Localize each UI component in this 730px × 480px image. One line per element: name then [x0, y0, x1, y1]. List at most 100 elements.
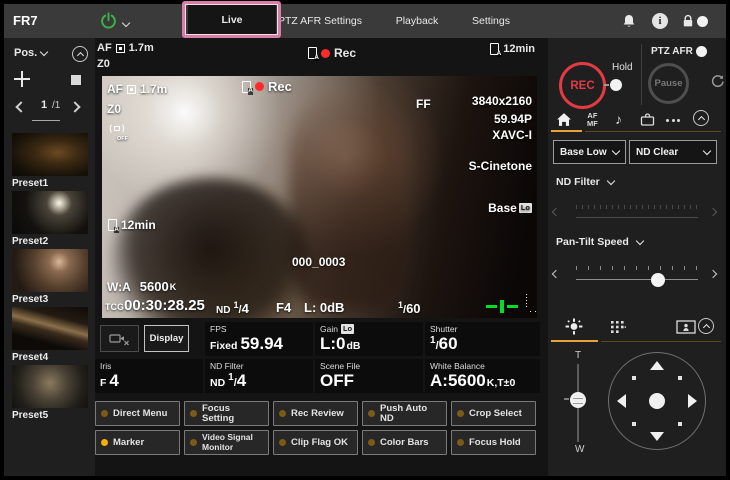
- bell-icon[interactable]: [622, 13, 636, 32]
- direct-menu-button[interactable]: Direct Menu: [95, 401, 180, 426]
- diagonal-dot: [632, 422, 636, 426]
- active-tab-underline: [551, 340, 598, 342]
- video-signal-monitor-button[interactable]: Video Signal Monitor: [184, 430, 269, 455]
- rec-review-button[interactable]: Rec Review: [273, 401, 358, 426]
- white-balance-cell[interactable]: White Balance A:5600 K,T±0: [425, 359, 540, 393]
- lens-mode: FF: [416, 97, 431, 111]
- pan-tilt-pad[interactable]: [608, 352, 706, 450]
- preset-thumbnail[interactable]: [12, 191, 88, 234]
- speed-slider-knob[interactable]: [651, 273, 665, 287]
- pad-center-button[interactable]: [649, 393, 665, 409]
- rec-indicator: A Rec: [242, 79, 292, 95]
- page-prev-icon[interactable]: [15, 101, 27, 114]
- page-indicator-line: [32, 120, 60, 121]
- nd-slider-prev-icon[interactable]: [551, 206, 561, 218]
- tab-settings[interactable]: Settings: [460, 4, 522, 38]
- monitor-buttons-cell: Display: [95, 322, 203, 356]
- nd-slider-next-icon[interactable]: [708, 206, 718, 218]
- monitor-status-strip: AF 1.7m Z0 A Rec A 12min: [95, 38, 540, 76]
- base-sensitivity-select[interactable]: Base Low: [553, 140, 626, 164]
- pan-tilt-speed-expander[interactable]: Pan-Tilt Speed: [556, 236, 644, 248]
- pan-tilt-collapse-icon[interactable]: [698, 318, 714, 334]
- frame-rate: 59.94P: [493, 112, 532, 126]
- tab-ptz-afr-label: PTZ AFR Settings: [277, 15, 363, 27]
- media-remain-overlay: A 12min: [108, 218, 156, 233]
- speed-slider-track[interactable]: [576, 279, 698, 280]
- speed-slider-prev-icon[interactable]: [551, 268, 561, 280]
- shutter-cell[interactable]: Shutter 1/60: [425, 322, 540, 356]
- focus-distance: 1.7m: [128, 42, 154, 54]
- zoom-slider-knob[interactable]: [570, 392, 586, 408]
- iris-overlay: F4: [276, 300, 292, 315]
- tab-playback-label: Playback: [395, 15, 439, 27]
- home-icon[interactable]: [556, 112, 572, 130]
- audio-note-icon[interactable]: ♪: [615, 111, 622, 127]
- tab-playback[interactable]: Playback: [386, 4, 448, 38]
- chevron-down-icon: [39, 47, 49, 56]
- number-pad-icon[interactable]: [610, 320, 626, 337]
- tab-ptz-afr-settings[interactable]: PTZ AFR Settings: [272, 4, 368, 38]
- look-profile: S-Cinetone: [468, 159, 532, 173]
- format-overlay: 3840x2160 59.94P XAVC-I S-Cinetone Base …: [469, 94, 532, 215]
- media-a-icon: A: [242, 80, 253, 95]
- gain-cell[interactable]: Gain Lo L:0 dB: [315, 322, 423, 356]
- media-remain: 12min: [121, 218, 156, 232]
- zoom-center-tick: [564, 398, 569, 400]
- pip-frame-icon[interactable]: [676, 320, 696, 337]
- panel-collapse-icon[interactable]: [693, 110, 709, 126]
- nd-filter-expander[interactable]: ND Filter: [556, 176, 616, 188]
- wb-unit: K: [169, 281, 177, 292]
- rec-button[interactable]: REC: [559, 62, 606, 109]
- pan-left-button[interactable]: [617, 394, 626, 408]
- clip-flag-ok-button[interactable]: Clip Flag OK: [273, 430, 358, 455]
- marker-button[interactable]: Marker: [95, 430, 180, 455]
- iris-cell[interactable]: Iris F4: [95, 359, 203, 393]
- tab-settings-label: Settings: [472, 15, 510, 27]
- pause-button[interactable]: Pause: [648, 63, 689, 104]
- nd-filter-cell[interactable]: ND Filter ND 1/4: [205, 359, 313, 393]
- focus-hold-button[interactable]: Focus Hold: [451, 430, 536, 455]
- push-auto-nd-button[interactable]: Push Auto ND: [362, 401, 447, 426]
- preset-thumbnail[interactable]: [12, 365, 88, 408]
- camera-monitor-off-icon[interactable]: [100, 325, 139, 352]
- pan-tilt-preset-icon[interactable]: [564, 318, 584, 338]
- af-mf-icon[interactable]: AF MF: [587, 112, 598, 128]
- display-button[interactable]: Display: [144, 325, 189, 352]
- nd-slider-track[interactable]: [576, 217, 698, 218]
- nd-preset-select[interactable]: ND Clear: [629, 140, 717, 164]
- fps-cell[interactable]: FPS Fixed 59.94: [205, 322, 313, 356]
- media-bag-icon[interactable]: [640, 113, 655, 129]
- tilt-up-button[interactable]: [650, 361, 664, 370]
- live-video-monitor[interactable]: A Rec AF 1.7m Z0 OFF FF 3840x2160 59.94P…: [102, 76, 537, 318]
- zoom-wide-label: W: [575, 444, 585, 455]
- tilt-down-button[interactable]: [650, 432, 664, 441]
- info-icon[interactable]: i: [652, 13, 668, 29]
- speed-slider-next-icon[interactable]: [708, 268, 718, 280]
- page-next-icon[interactable]: [69, 101, 81, 114]
- gain-lo-badge: Lo: [340, 324, 355, 334]
- preset-label: Preset5: [12, 410, 49, 421]
- device-title: FR7: [13, 13, 38, 28]
- scene-file-cell[interactable]: Scene File OFF: [315, 359, 423, 393]
- preset-thumbnail[interactable]: [12, 133, 88, 176]
- focus-overlay: AF 1.7m: [107, 82, 167, 96]
- add-preset-icon[interactable]: [14, 71, 30, 87]
- gain-overlay: L: 0dB: [304, 300, 345, 315]
- sidebar-collapse-icon[interactable]: [72, 46, 88, 62]
- crop-select-button[interactable]: Crop Select: [451, 401, 536, 426]
- preset-thumbnail[interactable]: [12, 307, 88, 350]
- preset-mode-dropdown[interactable]: Pos.: [14, 47, 49, 59]
- power-icon[interactable]: [100, 12, 117, 32]
- color-bars-button[interactable]: Color Bars: [362, 430, 447, 455]
- panel-divider: [641, 44, 642, 105]
- power-menu-chevron-icon[interactable]: [121, 17, 131, 29]
- stop-icon[interactable]: [71, 75, 81, 85]
- preset-thumbnail[interactable]: [12, 249, 88, 292]
- more-icon[interactable]: [666, 119, 680, 122]
- tab-live[interactable]: Live: [188, 4, 276, 38]
- focus-setting-button[interactable]: Focus Setting: [184, 401, 269, 426]
- ptz-reset-icon[interactable]: [710, 74, 725, 92]
- wb-label: W:A: [107, 279, 131, 294]
- tc-label: TCG: [105, 302, 124, 312]
- pan-right-button[interactable]: [688, 394, 697, 408]
